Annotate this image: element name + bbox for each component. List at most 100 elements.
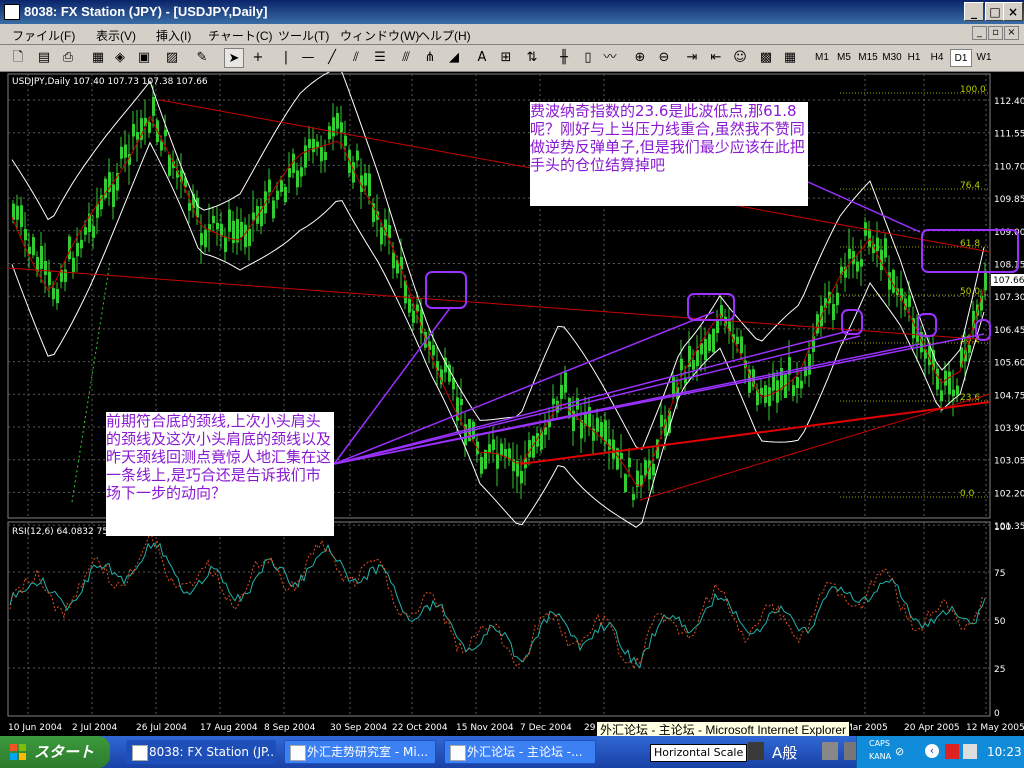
timeframe-m5[interactable]: M5 <box>834 49 854 67</box>
menu-help[interactable]: ヘルプ(H) <box>418 27 471 44</box>
ime-icon[interactable] <box>748 742 764 760</box>
timeframe-m15[interactable]: M15 <box>856 49 880 67</box>
zoom-out-icon[interactable]: ⊖ <box>654 48 674 68</box>
date-tick-label: 8 Sep 2004 <box>264 723 316 733</box>
price-tick-label: 102.20 <box>994 489 1024 499</box>
help-icon[interactable]: ⊘ <box>895 745 904 758</box>
title-bar: 8038: FX Station (JPY) - [USDJPY,Daily] … <box>0 0 1024 24</box>
candle-body <box>300 167 303 177</box>
task-browser-2[interactable]: 外汇论坛 - 主论坛 -... <box>444 740 596 764</box>
candle-body <box>16 205 19 220</box>
mdi-close-button[interactable]: × <box>1004 26 1019 40</box>
properties-icon[interactable]: ▨ <box>162 48 182 68</box>
candle-body <box>888 272 891 290</box>
timeframe-h4[interactable]: H4 <box>926 49 948 67</box>
line-chart-icon[interactable]: 〰 <box>600 48 620 68</box>
menu-file[interactable]: ファイル(F) <box>12 27 75 44</box>
candle-body <box>552 398 555 405</box>
candle-body <box>196 197 199 218</box>
close-button[interactable]: × <box>1003 2 1023 21</box>
price-tick-label: 106.45 <box>994 326 1024 336</box>
ime-mode[interactable]: A般 <box>772 742 797 763</box>
data-window-icon[interactable]: ▣ <box>134 48 154 68</box>
candle-body <box>120 146 123 159</box>
candle-body <box>796 377 799 389</box>
market-watch-icon[interactable]: ◈ <box>110 48 130 68</box>
shapes-icon[interactable]: ◢ <box>444 48 464 68</box>
timeframe-d1[interactable]: D1 <box>950 49 972 67</box>
chevron-left-icon[interactable]: ‹ <box>925 744 939 758</box>
start-button[interactable]: スタート <box>0 736 110 768</box>
task-browser-1[interactable]: 外汇走势研究室 - Mi... <box>284 740 436 764</box>
candle-body <box>936 368 939 390</box>
channel-icon[interactable]: ⫽ <box>346 48 366 68</box>
candle-body <box>644 460 647 476</box>
horizontal-scale-box[interactable]: Horizontal Scale <box>650 744 748 762</box>
trendline-icon[interactable]: ╱ <box>322 48 342 68</box>
menu-chart[interactable]: チャート(C) <box>208 27 273 44</box>
mdi-restore-button[interactable]: ▫ <box>988 26 1003 40</box>
chart-shift-icon[interactable]: ⇤ <box>706 48 726 68</box>
menu-window[interactable]: ウィンドウ(W) <box>340 27 419 44</box>
pitchfork-icon[interactable]: ⋔ <box>420 48 440 68</box>
candle-body <box>40 245 43 269</box>
candle-body <box>412 310 415 323</box>
task-fx-station[interactable]: 8038: FX Station (JP... <box>126 740 276 764</box>
open-folder-icon[interactable]: ▤ <box>34 48 54 68</box>
candle-chart-icon[interactable]: ▯ <box>578 48 598 68</box>
expert-icon[interactable]: ☺ <box>730 48 750 68</box>
maximize-button[interactable]: □ <box>985 2 1005 21</box>
mdi-minimize-button[interactable]: _ <box>972 26 987 40</box>
zoom-in-icon[interactable]: ⊕ <box>630 48 650 68</box>
minimize-button[interactable]: _ <box>964 2 984 21</box>
price-tick-label: 111.55 <box>994 130 1024 140</box>
vertical-line-icon[interactable]: | <box>276 48 296 68</box>
task-label: 外汇走势研究室 - Mi... <box>307 745 429 759</box>
auto-scroll-icon[interactable]: ⇥ <box>682 48 702 68</box>
crosshair-icon[interactable]: + <box>248 48 268 68</box>
gann-icon[interactable]: ⫻ <box>396 48 416 68</box>
candle-body <box>80 239 83 249</box>
candle-body <box>564 372 567 393</box>
timeframe-h1[interactable]: H1 <box>904 49 924 67</box>
candle-body <box>708 334 711 351</box>
date-tick-label: 17 Aug 2004 <box>200 723 258 733</box>
candle-body <box>340 122 343 133</box>
chart-window[interactable]: 112.40 111.55 110.70 109.85 109.00 108.15 107.… <box>0 72 1024 736</box>
candle-body <box>56 289 59 304</box>
horizontal-line-icon[interactable]: — <box>298 48 318 68</box>
candle-body <box>236 219 239 243</box>
new-file-icon[interactable]: 🗋 <box>8 48 28 68</box>
candle-body <box>624 474 627 492</box>
arrows-icon[interactable]: ⇅ <box>522 48 542 68</box>
text-icon[interactable]: A <box>472 48 492 68</box>
candle-body <box>416 304 419 312</box>
pencil-icon[interactable]: ✎ <box>192 48 212 68</box>
candle-body <box>700 343 703 355</box>
security-shield-icon[interactable] <box>945 744 959 759</box>
timeframe-m1[interactable]: M1 <box>812 49 832 67</box>
bar-chart-icon[interactable]: ╫ <box>554 48 574 68</box>
timeframe-w1[interactable]: W1 <box>974 49 994 67</box>
menu-tools[interactable]: ツール(T) <box>278 27 329 44</box>
candle-body <box>588 406 591 428</box>
menu-view[interactable]: 表示(V) <box>96 27 136 44</box>
menu-bar: ファイル(F) 表示(V) 挿入(I) チャート(C) ツール(T) ウィンドウ… <box>0 24 1024 45</box>
indicators-icon[interactable]: ▩ <box>756 48 776 68</box>
ime-pad-icon[interactable] <box>822 742 838 760</box>
timeframe-m30[interactable]: M30 <box>880 49 904 67</box>
fibonacci-icon[interactable]: ☰ <box>370 48 390 68</box>
candle-body <box>244 224 247 248</box>
price-chart[interactable]: 112.40111.55110.70109.85109.00108.15107.… <box>0 72 1024 736</box>
profiles-icon[interactable]: ▦ <box>88 48 108 68</box>
label-icon[interactable]: ⊞ <box>496 48 516 68</box>
network-icon[interactable] <box>963 744 977 759</box>
menu-insert[interactable]: 挿入(I) <box>156 27 191 44</box>
templates-icon[interactable]: ▦ <box>780 48 800 68</box>
candle-body <box>364 173 367 186</box>
print-icon[interactable]: ⎙ <box>58 48 78 68</box>
date-tick-label: 30 Sep 2004 <box>330 723 387 733</box>
kana-indicator: KANA <box>869 752 892 761</box>
candle-body <box>956 385 959 395</box>
cursor-icon[interactable]: ➤ <box>224 48 244 68</box>
